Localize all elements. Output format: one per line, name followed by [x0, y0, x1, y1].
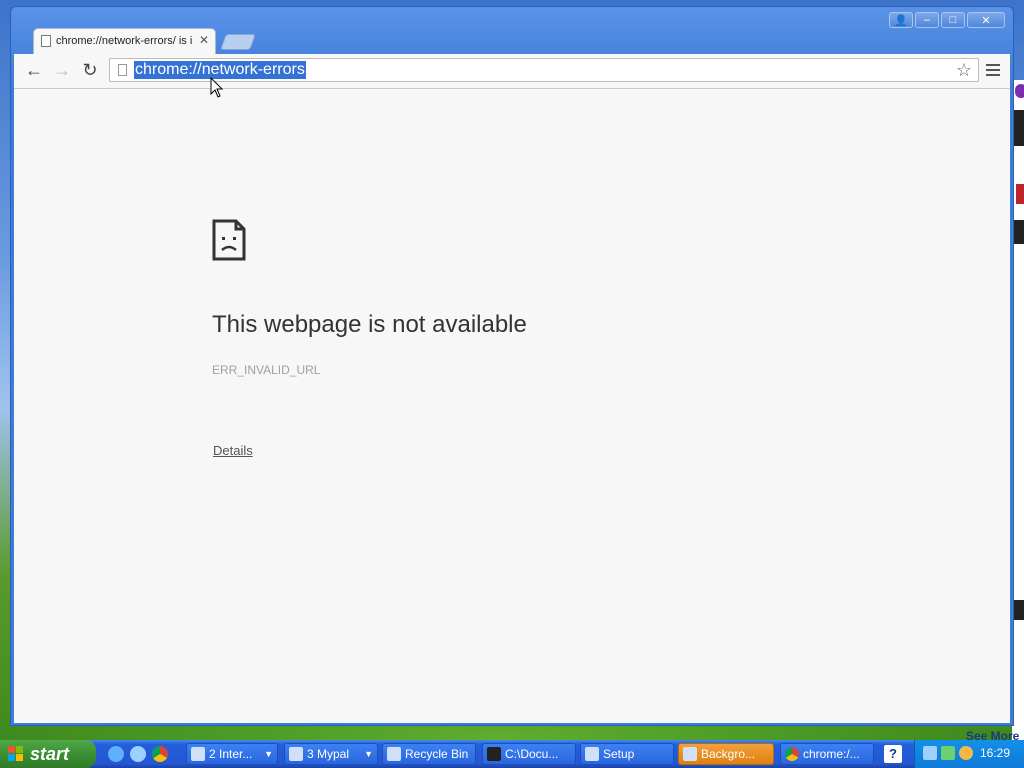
mypal-icon: [289, 747, 303, 761]
bookmark-star-icon[interactable]: ☆: [956, 60, 972, 81]
taskbar-button-chrome[interactable]: chrome:/...: [780, 743, 874, 765]
ie-icon[interactable]: [108, 746, 124, 762]
start-button[interactable]: start: [0, 740, 96, 768]
error-code: ERR_INVALID_URL: [212, 363, 321, 377]
taskbar-button-mypal[interactable]: 3 Mypal ▼: [284, 743, 378, 765]
back-button[interactable]: ←: [24, 60, 44, 80]
taskbar-button-label: Backgro...: [701, 747, 756, 761]
background-dark-block: [1014, 110, 1024, 146]
taskbar-button-label: Setup: [603, 747, 635, 761]
tab-title: chrome://network-errors/ is i: [56, 35, 193, 47]
browser-window: 👤 – □ ✕ chrome://network-errors/ is i ✕ …: [10, 6, 1014, 726]
page-icon: [118, 64, 127, 76]
taskbar-button-internet[interactable]: 2 Inter... ▼: [186, 743, 278, 765]
taskbar-button-label: 3 Mypal: [307, 747, 350, 761]
chrome-icon: [785, 747, 799, 761]
window-controls: 👤 – □ ✕: [889, 12, 1005, 28]
tray-display-icon[interactable]: [923, 746, 937, 760]
taskbar: start 2 Inter... ▼ 3 Mypal ▼ Recycle Bin…: [0, 740, 1024, 768]
page-icon: [41, 35, 51, 47]
maximize-button[interactable]: □: [941, 12, 965, 28]
details-link[interactable]: Details: [213, 443, 253, 458]
quick-launch: [108, 746, 168, 762]
browser-icon[interactable]: [130, 746, 146, 762]
taskbar-button-recycle-bin[interactable]: Recycle Bin: [382, 743, 476, 765]
chrome-icon[interactable]: [152, 746, 168, 762]
start-label: start: [30, 743, 70, 764]
setup-icon: [585, 747, 599, 761]
address-bar[interactable]: chrome://network-errors ☆: [109, 58, 979, 82]
reload-button[interactable]: ↻: [80, 60, 100, 80]
page-content: This webpage is not available ERR_INVALI…: [14, 89, 1010, 723]
taskbar-button-label: 2 Inter...: [209, 747, 253, 761]
chrome-menu-icon[interactable]: [986, 64, 1000, 79]
taskbar-button-7zip[interactable]: C:\Docu...: [482, 743, 576, 765]
mouse-cursor-icon: [210, 77, 224, 98]
tray-search-icon[interactable]: [959, 746, 973, 760]
7zip-icon: [487, 747, 501, 761]
background-red-badge: [1016, 184, 1024, 204]
background-dark-block: [1014, 220, 1024, 244]
error-title: This webpage is not available: [212, 311, 527, 338]
tab-close-icon[interactable]: ✕: [199, 33, 209, 47]
browser-tab[interactable]: chrome://network-errors/ is i ✕: [33, 28, 216, 55]
taskbar-button-setup[interactable]: Setup: [580, 743, 674, 765]
system-tray: 16:29: [914, 740, 1024, 768]
taskbar-button-label: Recycle Bin: [405, 747, 469, 761]
browser-toolbar: ← → ↻ chrome://network-errors ☆: [14, 54, 1010, 89]
taskbar-button-background[interactable]: Backgro...: [678, 743, 774, 765]
close-window-button[interactable]: ✕: [967, 12, 1005, 28]
forward-button[interactable]: →: [52, 60, 72, 80]
tray-network-icon[interactable]: [941, 746, 955, 760]
new-tab-button[interactable]: [220, 34, 256, 50]
taskbar-button-label: chrome:/...: [803, 747, 860, 761]
help-icon[interactable]: ?: [884, 745, 902, 763]
background-dark-block: [1014, 600, 1024, 620]
background-purple-badge: [1015, 84, 1024, 98]
sad-page-icon: [212, 219, 246, 261]
clock: 16:29: [979, 746, 1010, 760]
minimize-button[interactable]: –: [915, 12, 939, 28]
recycle-bin-icon: [387, 747, 401, 761]
profile-button[interactable]: 👤: [889, 12, 913, 28]
windows-flag-icon: [8, 746, 23, 761]
ie-icon: [191, 747, 205, 761]
chevron-down-icon: ▼: [264, 749, 273, 759]
chevron-down-icon: ▼: [364, 749, 373, 759]
taskbar-button-label: C:\Docu...: [505, 747, 559, 761]
image-icon: [683, 747, 697, 761]
